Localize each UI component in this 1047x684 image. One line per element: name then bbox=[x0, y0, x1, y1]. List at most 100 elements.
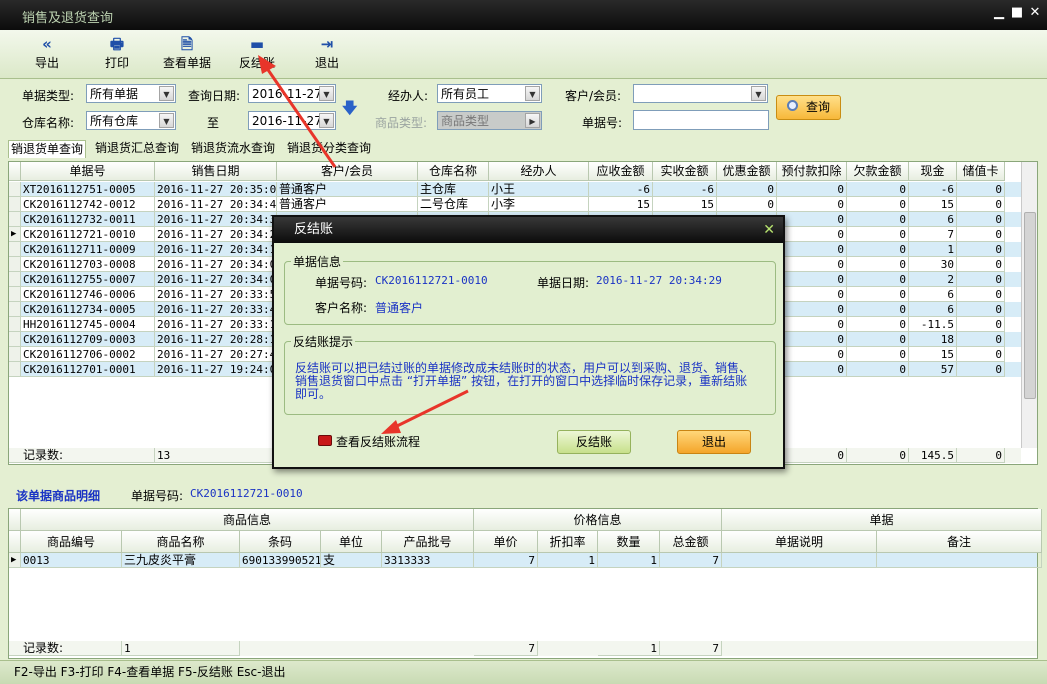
table-cell: 0 bbox=[957, 257, 1005, 272]
maximize-icon[interactable]: ■ bbox=[1008, 5, 1026, 20]
print-button[interactable]: 🖶 打印 bbox=[98, 34, 136, 74]
column-header[interactable]: 欠款金额 bbox=[847, 162, 909, 181]
table-cell: 2016-11-27 19:24:09 bbox=[155, 362, 277, 377]
view-document-button[interactable]: 🗎 查看单据 bbox=[158, 34, 216, 74]
customer-select[interactable]: ▼ bbox=[633, 84, 768, 103]
minimize-icon[interactable]: ▁ bbox=[990, 5, 1008, 20]
main-window: 销售及退货查询 ▁ ■ ✕ « 导出 🖶 打印 🗎 查看单据 ▬ 反结账 ⇥ 退… bbox=[0, 0, 1047, 684]
row-selector[interactable] bbox=[9, 212, 21, 227]
row-selector[interactable] bbox=[9, 332, 21, 347]
table-cell: 0 bbox=[777, 257, 847, 272]
column-header[interactable]: 条码 bbox=[240, 531, 321, 553]
row-selector[interactable]: ▶ bbox=[9, 227, 21, 242]
table-cell: 1 bbox=[538, 553, 598, 568]
table-cell: 0 bbox=[777, 242, 847, 257]
column-header[interactable]: 实收金额 bbox=[653, 162, 717, 181]
column-header[interactable]: 单价 bbox=[474, 531, 538, 553]
table-cell: 0 bbox=[957, 227, 1005, 242]
column-header[interactable]: 应收金额 bbox=[589, 162, 653, 181]
table-cell: 0 bbox=[777, 272, 847, 287]
column-header[interactable]: 单位 bbox=[321, 531, 382, 553]
column-header[interactable]: 总金额 bbox=[660, 531, 722, 553]
table-cell: CK2016112703-0008 bbox=[21, 257, 155, 272]
doc-no-input[interactable] bbox=[633, 110, 769, 130]
table-row[interactable]: ▶ 0013 三九皮炎平膏 6901339905216 支 3313333 7 1 1 7 bbox=[9, 553, 1042, 568]
arrow-down-icon[interactable]: 🡇 bbox=[342, 98, 357, 123]
record-count-value: 1 bbox=[122, 641, 240, 656]
confirm-reverse-button[interactable]: 反结账 bbox=[557, 430, 631, 454]
handler-select[interactable]: 所有员工 ▼ bbox=[437, 84, 542, 103]
exit-button[interactable]: ⇥ 退出 bbox=[308, 34, 346, 74]
table-cell: CK2016112742-0012 bbox=[21, 197, 155, 212]
table-cell: 0 bbox=[957, 197, 1005, 212]
column-header[interactable]: 储值卡 bbox=[957, 162, 1005, 181]
row-selector[interactable]: ▶ bbox=[9, 553, 21, 568]
row-selector[interactable] bbox=[9, 197, 21, 212]
tab-summary-query[interactable]: 销退货汇总查询 bbox=[93, 140, 181, 157]
table-cell: 0 bbox=[957, 332, 1005, 347]
column-header[interactable]: 现金 bbox=[909, 162, 957, 181]
table-cell: HH2016112745-0004 bbox=[21, 317, 155, 332]
export-button[interactable]: « 导出 bbox=[28, 34, 66, 74]
goods-type-label: 商品类型: bbox=[375, 116, 428, 130]
table-cell: 0 bbox=[957, 242, 1005, 257]
dialog-close-icon[interactable]: ✕ bbox=[763, 217, 775, 243]
column-header[interactable]: 折扣率 bbox=[538, 531, 598, 553]
minus-icon: ▬ bbox=[249, 35, 265, 53]
close-icon[interactable]: ✕ bbox=[1026, 5, 1044, 20]
column-header[interactable]: 备注 bbox=[877, 531, 1042, 553]
table-cell: 2016-11-27 20:33:15 bbox=[155, 317, 277, 332]
column-header[interactable]: 优惠金额 bbox=[717, 162, 777, 181]
row-selector[interactable] bbox=[9, 347, 21, 362]
table-cell: 6901339905216 bbox=[240, 553, 321, 568]
view-flow-link[interactable]: 查看反结账流程 bbox=[336, 433, 420, 450]
column-header[interactable]: 客户/会员 bbox=[277, 162, 418, 181]
column-header[interactable]: 销售日期 bbox=[155, 162, 277, 181]
vertical-scrollbar[interactable] bbox=[1021, 162, 1037, 448]
date-to-picker[interactable]: 2016-11-27 ▼ bbox=[248, 111, 336, 130]
column-header[interactable]: 单据说明 bbox=[722, 531, 877, 553]
dialog-exit-button[interactable]: 退出 bbox=[677, 430, 751, 454]
goods-detail-table[interactable]: 商品信息 价格信息 单据 商品编号 商品名称 条码 单位 产品批号 单价 折扣率 数量 总金额 单据说明… bbox=[8, 508, 1042, 659]
customer-label: 客户/会员: bbox=[565, 89, 622, 103]
to-label: 至 bbox=[207, 116, 220, 130]
dialog-doc-date-value: 2016-11-27 20:34:29 bbox=[596, 274, 722, 287]
tab-flow-query[interactable]: 销退货流水查询 bbox=[189, 140, 277, 157]
table-cell: 0 bbox=[847, 242, 909, 257]
column-header[interactable]: 产品批号 bbox=[382, 531, 474, 553]
toolbar: « 导出 🖶 打印 🗎 查看单据 ▬ 反结账 ⇥ 退出 bbox=[0, 30, 1047, 79]
row-selector[interactable] bbox=[9, 317, 21, 332]
row-selector[interactable] bbox=[9, 272, 21, 287]
row-selector[interactable] bbox=[9, 302, 21, 317]
column-header[interactable]: 商品编号 bbox=[21, 531, 122, 553]
warehouse-label: 仓库名称: bbox=[22, 116, 75, 130]
reverse-settlement-button[interactable]: ▬ 反结账 bbox=[233, 34, 281, 74]
tab-doc-query[interactable]: 销退货单查询 bbox=[8, 140, 87, 158]
row-selector[interactable] bbox=[9, 362, 21, 377]
row-selector[interactable] bbox=[9, 182, 21, 197]
date-from-picker[interactable]: 2016-11-27 ▼ bbox=[248, 84, 336, 103]
column-header[interactable]: 数量 bbox=[598, 531, 660, 553]
row-selector[interactable] bbox=[9, 257, 21, 272]
scrollbar-thumb[interactable] bbox=[1024, 212, 1036, 399]
column-header[interactable]: 单据号 bbox=[21, 162, 155, 181]
query-button[interactable]: 查询 bbox=[776, 95, 841, 120]
column-header[interactable]: 仓库名称 bbox=[418, 162, 489, 181]
dialog-title: 反结账 bbox=[294, 222, 334, 237]
doc-type-select[interactable]: 所有单据 ▼ bbox=[86, 84, 176, 103]
table-cell: CK2016112746-0006 bbox=[21, 287, 155, 302]
tab-category-query[interactable]: 销退货分类查询 bbox=[285, 140, 373, 157]
table-row[interactable]: CK2016112742-0012 2016-11-27 20:34:48 普通客户… bbox=[9, 197, 1021, 212]
warehouse-select[interactable]: 所有仓库 ▼ bbox=[86, 111, 176, 130]
dialog-doc-no-label: 单据号码: bbox=[315, 276, 368, 290]
goods-type-select[interactable]: 商品类型 ▶ bbox=[437, 111, 542, 130]
row-selector[interactable] bbox=[9, 287, 21, 302]
column-header[interactable]: 商品名称 bbox=[122, 531, 240, 553]
footer-total: 7 bbox=[474, 641, 538, 656]
chevron-down-icon: ▼ bbox=[525, 86, 540, 101]
exit-door-icon: ⇥ bbox=[320, 35, 334, 53]
column-header[interactable]: 预付款扣除 bbox=[777, 162, 847, 181]
row-selector[interactable] bbox=[9, 242, 21, 257]
column-header[interactable]: 经办人 bbox=[489, 162, 589, 181]
table-row[interactable]: XT2016112751-0005 2016-11-27 20:35:04 普通客户… bbox=[9, 182, 1021, 197]
